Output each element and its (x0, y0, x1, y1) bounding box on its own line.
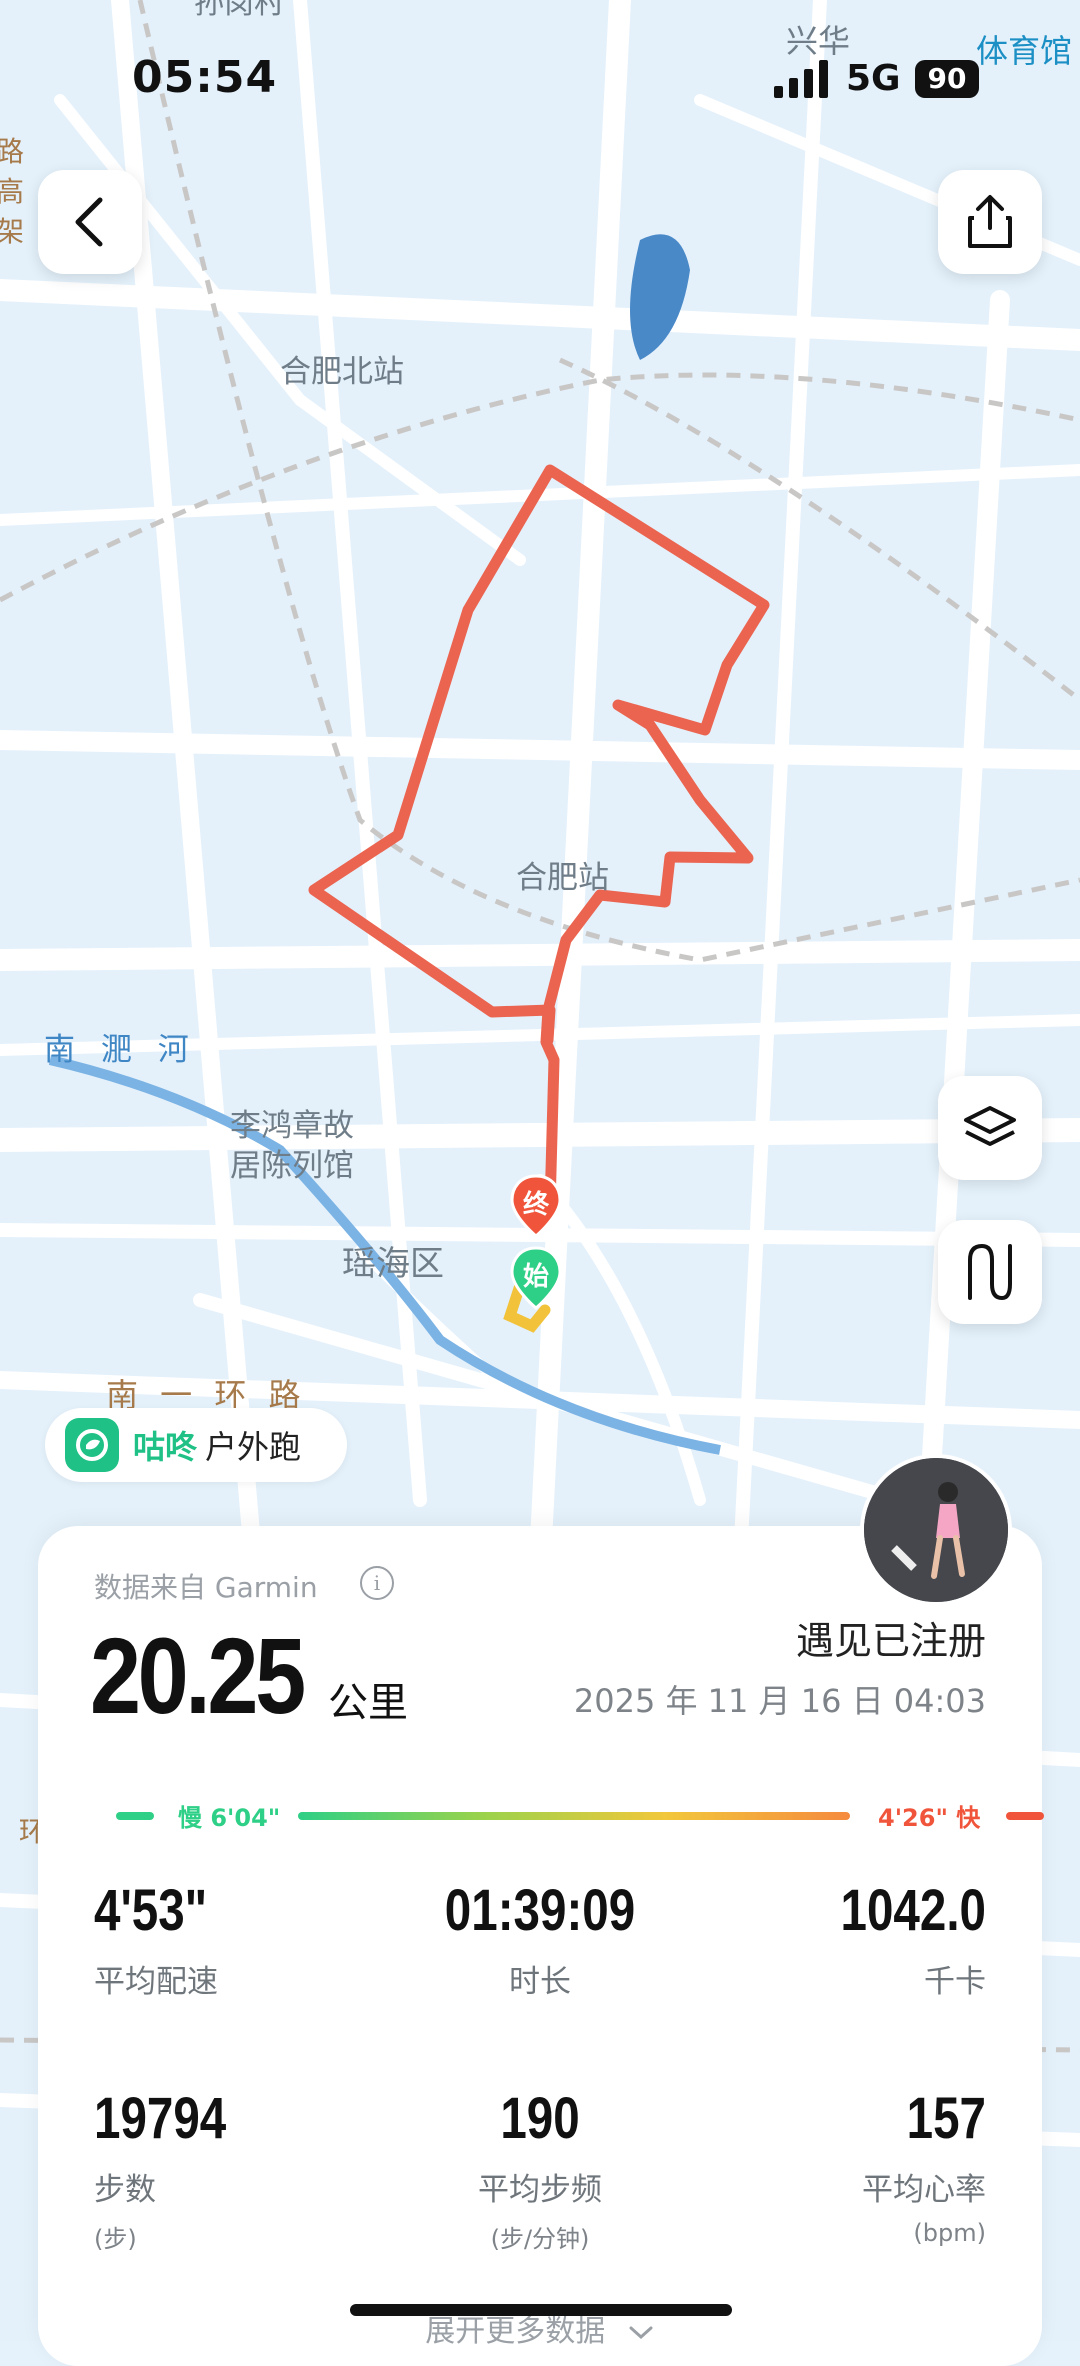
map-label-partial-left: 路高架 (0, 135, 25, 248)
map-label-hefei-north-station: 合肥北站 (280, 354, 404, 390)
stat-avg-pace: 4'53" 平均配速 (94, 1882, 394, 2001)
stat-value: 190 (500, 2086, 580, 2151)
stat-cadence: 190 平均步频 (步/分钟) (390, 2090, 690, 2254)
status-time: 05:54 (132, 52, 278, 103)
app-brand-name: 咕咚 (133, 1428, 198, 1466)
pace-fast-dot (1006, 1812, 1044, 1820)
activity-date: 2025 年 11 月 16 日 04:03 (573, 1682, 986, 1720)
pace-gradient (298, 1812, 850, 1820)
share-icon (968, 195, 1012, 248)
chevron-down-icon (629, 2326, 653, 2339)
stat-label: 千卡 (924, 1964, 986, 2000)
stat-value: 01:39:09 (444, 1878, 636, 1943)
stat-label: 平均步频 (478, 2172, 602, 2208)
stat-unit: (步/分钟) (490, 2225, 590, 2253)
back-button[interactable] (38, 170, 142, 274)
start-marker-label: 始 (522, 1262, 549, 1292)
stat-heart-rate: 157 平均心率 (bpm) (686, 2086, 986, 2248)
layers-icon (964, 1106, 1016, 1146)
pace-slow-label: 慢 6'04" (178, 1804, 281, 1832)
registration-status: 遇见已注册 (795, 1619, 986, 1663)
map-label-yaohai-district: 瑶海区 (342, 1244, 444, 1284)
app-logo-icon (65, 1418, 119, 1472)
stat-value: 19794 (94, 2086, 227, 2151)
battery-indicator: 90 (915, 60, 979, 98)
route-path-icon (968, 1243, 1012, 1301)
distance-unit: 公里 (328, 1680, 408, 1726)
stat-unit: (步) (94, 2225, 137, 2253)
route-playback-button[interactable] (938, 1220, 1042, 1324)
stat-calories: 1042.0 千卡 (686, 1882, 986, 2001)
status-bar: 05:54 5G 90 (0, 0, 1080, 150)
app-source-chip[interactable]: 咕咚 户外跑 (45, 1408, 347, 1482)
pace-fast-label: 4'26" 快 (878, 1804, 981, 1832)
stat-duration: 01:39:09 时长 (390, 1882, 690, 2001)
share-button[interactable] (938, 170, 1042, 274)
end-marker-label: 终 (522, 1190, 549, 1220)
info-icon[interactable]: i (360, 1566, 394, 1600)
stat-value: 1042.0 (840, 1878, 986, 1943)
map-label-li-museum-line1: 李鸿章故 (230, 1108, 354, 1144)
pace-gradient-bar: 慢 6'04" 4'26" 快 (78, 1798, 1044, 1834)
stat-value: 4'53" (94, 1878, 208, 1943)
map-label-nanfei-river: 南 淝 河 (44, 1032, 197, 1068)
stat-label: 平均心率 (862, 2172, 986, 2208)
pace-slow-dot (116, 1812, 154, 1820)
end-marker[interactable]: 终 (508, 1174, 564, 1238)
avatar[interactable] (860, 1454, 1012, 1606)
stat-label: 步数 (94, 2172, 156, 2208)
stat-label: 时长 (509, 1964, 571, 2000)
expand-more-label: 展开更多数据 (425, 2314, 606, 2349)
stat-steps: 19794 步数 (步) (94, 2090, 394, 2254)
map-label-hefei-station: 合肥站 (516, 860, 609, 896)
summary-card: 数据来自 Garmin i 20.25 公里 遇见已注册 2025 年 11 月… (38, 1526, 1044, 2366)
stat-unit: (bpm) (913, 2219, 986, 2247)
stat-label: 平均配速 (94, 1964, 218, 2000)
map-label-li-museum-line2: 居陈列馆 (230, 1148, 354, 1184)
runner-photo (864, 1458, 1008, 1602)
stat-value: 157 (906, 2086, 986, 2151)
activity-type: 户外跑 (205, 1428, 302, 1466)
map-layers-button[interactable] (938, 1076, 1042, 1180)
network-type: 5G (846, 58, 901, 99)
start-marker[interactable]: 始 (508, 1246, 564, 1310)
chevron-left-icon (75, 197, 103, 247)
home-indicator[interactable] (350, 2304, 732, 2316)
data-source: 数据来自 Garmin (94, 1571, 318, 1604)
distance-value: 20.25 (90, 1615, 306, 1736)
signal-icon (774, 60, 828, 98)
